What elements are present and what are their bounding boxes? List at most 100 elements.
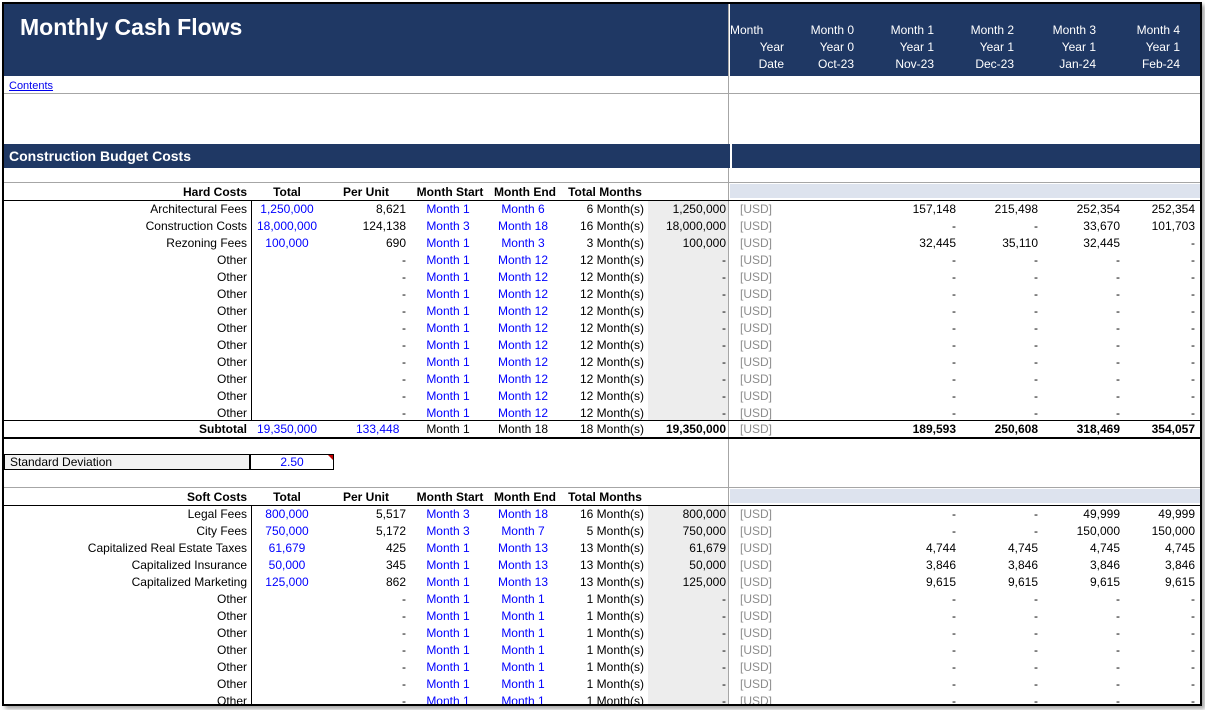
unit-label[interactable]: [USD]	[740, 354, 790, 371]
month-start-value[interactable]: Month 1	[414, 303, 482, 320]
month-end-value[interactable]: Month 12	[490, 286, 556, 303]
month-4-value[interactable]: -	[1119, 269, 1195, 286]
month-end-value[interactable]: Month 1	[490, 591, 556, 608]
total-months-value[interactable]: 5 Month(s)	[566, 523, 644, 540]
total-value[interactable]	[252, 269, 322, 286]
month-2-value[interactable]: 9,615	[962, 574, 1038, 591]
row-label[interactable]: Other	[4, 659, 247, 676]
per-unit-value[interactable]: -	[326, 320, 406, 337]
month-end-value[interactable]: Month 12	[490, 388, 556, 405]
row-label[interactable]: Other	[4, 337, 247, 354]
row-label[interactable]: Other	[4, 269, 247, 286]
month-2-value[interactable]: -	[962, 354, 1038, 371]
month-2-value[interactable]: -	[962, 388, 1038, 405]
total-months-value[interactable]: 13 Month(s)	[566, 557, 644, 574]
month-4-value[interactable]: 4,745	[1119, 540, 1195, 557]
month-start-value[interactable]: Month 1	[414, 235, 482, 252]
row-label[interactable]: City Fees	[4, 523, 247, 540]
month-start-value[interactable]: Month 1	[414, 269, 482, 286]
month-1-value[interactable]: -	[880, 625, 956, 642]
month-end-value[interactable]: Month 13	[490, 540, 556, 557]
month-start-value[interactable]: Month 3	[414, 506, 482, 523]
month-4-value[interactable]: -	[1119, 625, 1195, 642]
amount-value[interactable]: -	[648, 388, 728, 405]
total-months-value[interactable]: 12 Month(s)	[566, 320, 644, 337]
month-3-value[interactable]: 33,670	[1044, 218, 1120, 235]
total-months-value[interactable]: 1 Month(s)	[566, 659, 644, 676]
amount-value[interactable]: 100,000	[648, 235, 728, 252]
amount-value[interactable]: -	[648, 337, 728, 354]
month-2-value[interactable]: -	[962, 371, 1038, 388]
month-3-value[interactable]: -	[1044, 642, 1120, 659]
per-unit-value[interactable]: 345	[326, 557, 406, 574]
month-3-value[interactable]: -	[1044, 337, 1120, 354]
per-unit-value[interactable]: -	[326, 693, 406, 704]
month-3-value[interactable]: -	[1044, 371, 1120, 388]
month-4-value[interactable]: 252,354	[1119, 201, 1195, 218]
month-1-value[interactable]: 3,846	[880, 557, 956, 574]
month-start-value[interactable]: Month 1	[414, 591, 482, 608]
month-start-value[interactable]: Month 1	[414, 354, 482, 371]
month-4-value[interactable]: -	[1119, 371, 1195, 388]
month-3-value[interactable]: -	[1044, 286, 1120, 303]
month-1-value[interactable]: -	[880, 388, 956, 405]
month-end-value[interactable]: Month 12	[490, 371, 556, 388]
total-months-value[interactable]: 1 Month(s)	[566, 608, 644, 625]
amount-value[interactable]: 800,000	[648, 506, 728, 523]
month-4-value[interactable]: 3,846	[1119, 557, 1195, 574]
month-2-value[interactable]: -	[962, 591, 1038, 608]
month-4-value[interactable]: -	[1119, 676, 1195, 693]
month-2-value[interactable]: -	[962, 320, 1038, 337]
total-value[interactable]	[252, 337, 322, 354]
month-1-value[interactable]: -	[880, 642, 956, 659]
month-end-value[interactable]: Month 12	[490, 320, 556, 337]
total-value[interactable]	[252, 371, 322, 388]
amount-value[interactable]: -	[648, 608, 728, 625]
row-label[interactable]: Other	[4, 625, 247, 642]
per-unit-value[interactable]: -	[326, 371, 406, 388]
month-1-value[interactable]: -	[880, 252, 956, 269]
month-3-value[interactable]: -	[1044, 354, 1120, 371]
month-1-value[interactable]: -	[880, 506, 956, 523]
month-end-value[interactable]: Month 12	[490, 303, 556, 320]
month-end-value[interactable]: Month 1	[490, 642, 556, 659]
month-3-value[interactable]: 252,354	[1044, 201, 1120, 218]
row-label[interactable]: Rezoning Fees	[4, 235, 247, 252]
total-value[interactable]	[252, 286, 322, 303]
month-1-value[interactable]: -	[880, 320, 956, 337]
total-value[interactable]	[252, 642, 322, 659]
total-value[interactable]	[252, 591, 322, 608]
total-months-value[interactable]: 16 Month(s)	[566, 506, 644, 523]
row-label[interactable]: Capitalized Insurance	[4, 557, 247, 574]
per-unit-value[interactable]: -	[326, 252, 406, 269]
month-1-value[interactable]: -	[880, 218, 956, 235]
month-end-value[interactable]: Month 1	[490, 693, 556, 704]
month-3-value[interactable]: -	[1044, 625, 1120, 642]
per-unit-value[interactable]: -	[326, 337, 406, 354]
month-1-value[interactable]: -	[880, 286, 956, 303]
month-4-value[interactable]: -	[1119, 693, 1195, 704]
total-value[interactable]	[252, 676, 322, 693]
total-value[interactable]	[252, 693, 322, 704]
per-unit-value[interactable]: -	[326, 676, 406, 693]
month-end-value[interactable]: Month 12	[490, 252, 556, 269]
per-unit-value[interactable]: -	[326, 642, 406, 659]
row-label[interactable]: Other	[4, 693, 247, 704]
month-3-value[interactable]: -	[1044, 303, 1120, 320]
amount-value[interactable]: -	[648, 693, 728, 704]
per-unit-value[interactable]: -	[326, 286, 406, 303]
month-end-value[interactable]: Month 1	[490, 676, 556, 693]
month-3-value[interactable]: 32,445	[1044, 235, 1120, 252]
month-4-value[interactable]: -	[1119, 608, 1195, 625]
month-end-value[interactable]: Month 1	[490, 659, 556, 676]
month-4-value[interactable]: 101,703	[1119, 218, 1195, 235]
amount-value[interactable]: -	[648, 320, 728, 337]
month-3-value[interactable]: -	[1044, 591, 1120, 608]
month-1-value[interactable]: -	[880, 303, 956, 320]
row-label[interactable]: Other	[4, 320, 247, 337]
amount-value[interactable]: -	[648, 269, 728, 286]
unit-label[interactable]: [USD]	[740, 337, 790, 354]
month-1-value[interactable]: -	[880, 354, 956, 371]
row-label[interactable]: Other	[4, 608, 247, 625]
total-value[interactable]	[252, 659, 322, 676]
